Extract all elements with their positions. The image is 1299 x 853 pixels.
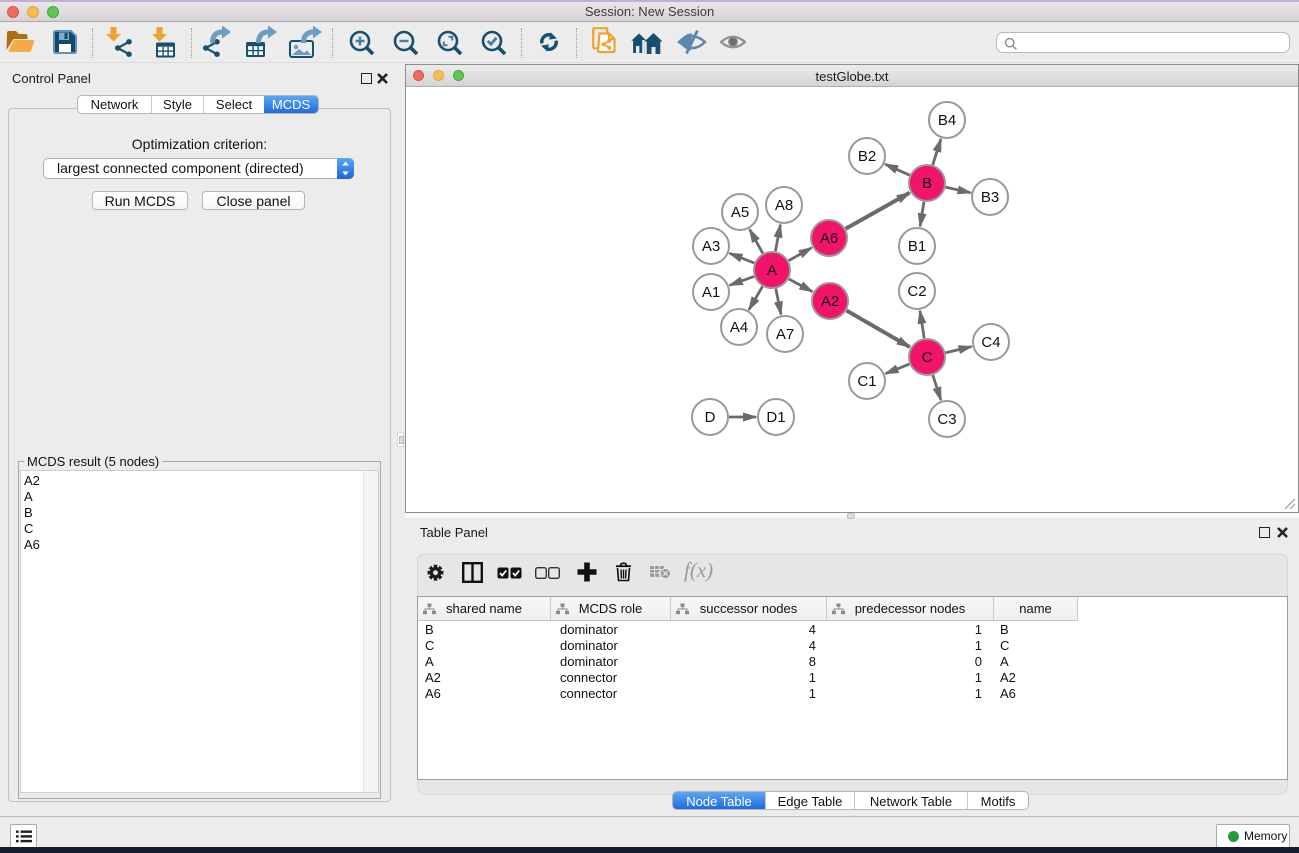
svg-text:A4: A4 [730,319,748,336]
svg-text:B4: B4 [938,112,956,129]
svg-text:B1: B1 [908,238,926,255]
svg-text:B: B [922,175,932,192]
svg-text:A3: A3 [702,238,720,255]
svg-text:D1: D1 [766,409,785,426]
svg-text:B2: B2 [858,148,876,165]
svg-text:A6: A6 [820,230,838,247]
svg-text:A7: A7 [776,326,794,343]
svg-text:C3: C3 [937,411,956,428]
svg-text:A1: A1 [702,284,720,301]
svg-text:C1: C1 [857,373,876,390]
svg-text:D: D [705,409,716,426]
svg-text:A2: A2 [821,293,839,310]
svg-text:C2: C2 [907,283,926,300]
svg-text:A8: A8 [775,197,793,214]
svg-text:A: A [767,262,777,279]
svg-text:B3: B3 [981,189,999,206]
svg-text:C: C [922,349,933,366]
svg-text:A5: A5 [731,204,749,221]
svg-text:C4: C4 [981,334,1000,351]
